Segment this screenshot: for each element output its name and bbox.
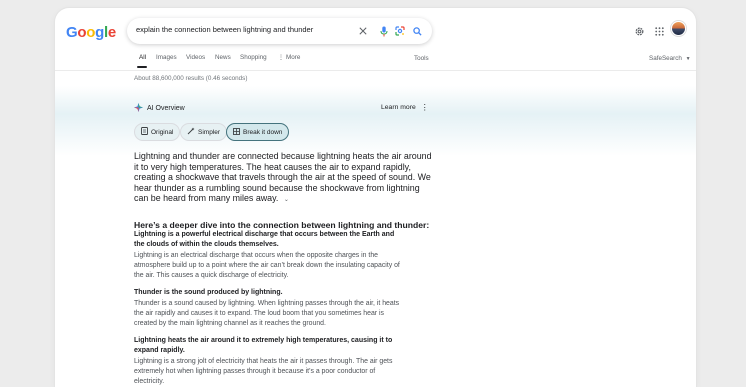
chip-simpler[interactable]: Simpler bbox=[180, 123, 228, 141]
learn-more-button[interactable]: Learn more ⋮ bbox=[381, 103, 429, 112]
logo-letter: o bbox=[86, 24, 96, 41]
result-stats: About 88,600,000 results (0.46 seconds) bbox=[134, 75, 248, 82]
deeper-dive-heading: Here’s a deeper dive into the connection… bbox=[134, 220, 430, 230]
safesearch-label: SafeSearch bbox=[649, 55, 682, 62]
tab-videos[interactable]: Videos bbox=[186, 54, 205, 61]
simplify-icon bbox=[187, 127, 195, 137]
ai-overview-header: AI Overview bbox=[134, 103, 185, 114]
chevron-down-icon[interactable]: ⌄ bbox=[284, 197, 289, 203]
search-icon[interactable] bbox=[410, 18, 424, 44]
active-tab-indicator bbox=[137, 66, 147, 68]
logo-letter: e bbox=[107, 24, 116, 41]
tab-news[interactable]: News bbox=[215, 54, 231, 61]
tools-button[interactable]: Tools bbox=[414, 55, 429, 62]
safesearch-button[interactable]: SafeSearch ▼ bbox=[649, 55, 691, 62]
tab-more[interactable]: ⋮ More bbox=[278, 54, 300, 61]
apps-icon[interactable] bbox=[650, 22, 668, 40]
logo-letter: g bbox=[95, 24, 104, 41]
logo-letter: o bbox=[77, 24, 87, 41]
clear-icon[interactable] bbox=[356, 18, 370, 44]
settings-icon[interactable] bbox=[630, 22, 648, 40]
more-vert-icon[interactable]: ⋮ bbox=[421, 103, 429, 112]
breakdown-icon bbox=[233, 127, 240, 137]
browser-window: Google explain the connection between li… bbox=[55, 8, 696, 387]
ai-overview-title: AI Overview bbox=[147, 105, 185, 112]
chip-break-it-down[interactable]: Break it down bbox=[226, 123, 290, 141]
ai-overview-background-glow bbox=[55, 86, 696, 156]
learn-more-label: Learn more bbox=[381, 104, 416, 111]
section-title: Lightning heats the air around it to ext… bbox=[134, 337, 393, 354]
section-body: Lightning is an electrical discharge tha… bbox=[134, 252, 400, 279]
logo-letter: G bbox=[66, 24, 78, 41]
avatar[interactable] bbox=[671, 21, 686, 36]
tab-shopping[interactable]: Shopping bbox=[240, 54, 267, 61]
ai-overview-summary: Lightning and thunder are connected beca… bbox=[134, 151, 434, 206]
explanation-section: Lightning is a powerful electrical disch… bbox=[134, 230, 404, 281]
search-box[interactable]: explain the connection between lightning… bbox=[127, 18, 432, 44]
chip-break-it-down-label: Break it down bbox=[243, 128, 283, 136]
section-title: Lightning is a powerful electrical disch… bbox=[134, 231, 395, 248]
chip-simpler-label: Simpler bbox=[198, 128, 221, 136]
header-divider bbox=[55, 70, 696, 71]
microphone-icon[interactable] bbox=[377, 18, 391, 44]
more-vert-icon: ⋮ bbox=[278, 55, 284, 61]
tab-all[interactable]: All bbox=[139, 54, 146, 61]
section-body: Lightning is a strong jolt of electricit… bbox=[134, 358, 393, 385]
google-logo[interactable]: Google bbox=[66, 24, 116, 41]
section-title: Thunder is the sound produced by lightni… bbox=[134, 289, 283, 296]
summary-text: Lightning and thunder are connected beca… bbox=[134, 151, 432, 204]
search-input[interactable]: explain the connection between lightning… bbox=[136, 25, 313, 34]
lens-icon[interactable] bbox=[393, 18, 407, 44]
document-icon bbox=[141, 127, 148, 137]
explanation-section: Lightning heats the air around it to ext… bbox=[134, 336, 404, 387]
sparkle-icon bbox=[134, 103, 143, 114]
tab-more-label: More bbox=[286, 54, 301, 61]
explanation-section: Thunder is the sound produced by lightni… bbox=[134, 288, 404, 329]
tab-images[interactable]: Images bbox=[156, 54, 177, 61]
chip-original-label: Original bbox=[151, 128, 174, 136]
chip-original[interactable]: Original bbox=[134, 123, 181, 141]
section-body: Thunder is a sound caused by lightning. … bbox=[134, 300, 400, 327]
chevron-down-icon: ▼ bbox=[685, 56, 691, 62]
